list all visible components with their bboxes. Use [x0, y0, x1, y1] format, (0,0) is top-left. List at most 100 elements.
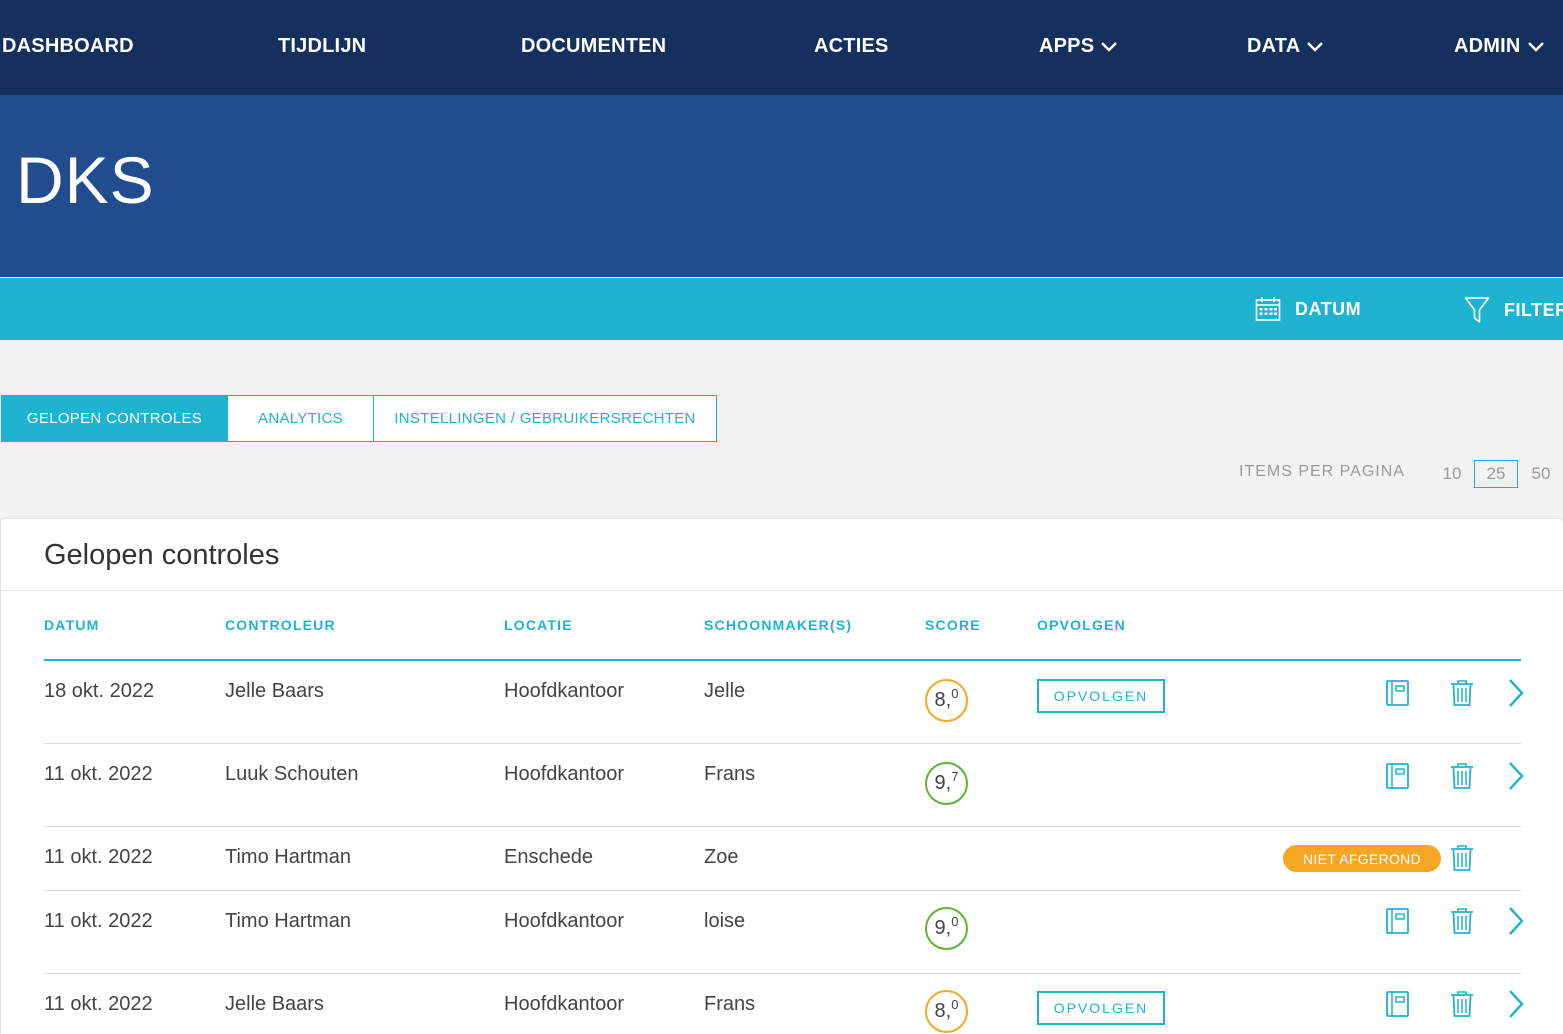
row-controller: Timo Hartman	[225, 846, 351, 868]
nav-acties-label: ACTIES	[814, 35, 889, 57]
chevron-right-icon[interactable]	[1506, 905, 1526, 937]
column-header-schoonmakers[interactable]: SCHOONMAKER(S)	[704, 617, 852, 633]
opvolgen-button[interactable]: OPVOLGEN	[1037, 991, 1165, 1025]
table-row[interactable]: 11 okt. 2022 Luuk Schouten Hoofdkantoor …	[44, 744, 1524, 827]
score-integer: 8,	[934, 1000, 952, 1022]
row-date: 11 okt. 2022	[44, 910, 153, 932]
items-per-page-50[interactable]: 50	[1526, 460, 1556, 488]
nav-apps[interactable]: APPS	[1039, 35, 1118, 58]
report-icon[interactable]	[1385, 679, 1411, 707]
datum-label: DATUM	[1295, 298, 1362, 319]
nav-tijdlijn[interactable]: TIJDLIJN	[278, 35, 366, 58]
table-row[interactable]: 11 okt. 2022 Timo Hartman Hoofdkantoor l…	[44, 891, 1524, 974]
table-row[interactable]: 18 okt. 2022 Jelle Baars Hoofdkantoor Je…	[44, 661, 1524, 744]
nav-admin-label: ADMIN	[1454, 35, 1521, 57]
nav-apps-label: APPS	[1039, 35, 1095, 57]
nav-documenten-label: DOCUMENTEN	[521, 35, 667, 57]
tab-gelopen-controles-label: GELOPEN CONTROLES	[26, 410, 203, 427]
row-controller: Timo Hartman	[225, 910, 351, 932]
row-date: 11 okt. 2022	[44, 993, 153, 1015]
tab-bar: GELOPEN CONTROLES ANALYTICS INSTELLINGEN…	[1, 395, 717, 442]
score-integer: 8,	[934, 689, 952, 711]
chevron-right-icon[interactable]	[1506, 760, 1526, 792]
column-header-locatie[interactable]: LOCATIE	[504, 617, 573, 633]
chevron-down-icon	[1527, 41, 1544, 52]
score-badge: 9, 0	[925, 907, 968, 950]
table-row[interactable]: 11 okt. 2022 Timo Hartman Enschede Zoe N…	[44, 827, 1521, 891]
row-date: 11 okt. 2022	[44, 846, 153, 868]
score-decimal: 0	[951, 686, 959, 701]
card-title: Gelopen controles	[44, 539, 280, 571]
row-location: Hoofdkantoor	[504, 993, 625, 1015]
row-date: 18 okt. 2022	[44, 680, 155, 702]
row-location: Hoofdkantoor	[504, 763, 625, 785]
items-per-page-label: ITEMS PER PAGINA	[1239, 463, 1405, 480]
opvolgen-button[interactable]: OPVOLGEN	[1037, 679, 1165, 713]
row-date: 11 okt. 2022	[44, 763, 153, 785]
row-location: Enschede	[504, 846, 593, 868]
nav-admin[interactable]: ADMIN	[1454, 35, 1545, 58]
card-divider	[1, 590, 1563, 591]
row-cleaner: Frans	[704, 993, 756, 1015]
nav-data-label: DATA	[1247, 35, 1301, 57]
trash-icon[interactable]	[1449, 844, 1475, 872]
trash-icon[interactable]	[1449, 679, 1475, 707]
tab-instellingen[interactable]: INSTELLINGEN / GEBRUIKERSRECHTEN	[373, 395, 717, 442]
row-cleaner: loise	[704, 910, 746, 932]
items-per-page-10[interactable]: 10	[1437, 460, 1467, 488]
tab-analytics[interactable]: ANALYTICS	[227, 395, 374, 442]
chevron-down-icon	[1307, 41, 1324, 52]
score-decimal: 0	[951, 914, 959, 929]
report-icon[interactable]	[1385, 762, 1411, 790]
top-navigation: DASHBOARD TIJDLIJN DOCUMENTEN ACTIES APP…	[0, 0, 1563, 95]
score-decimal: 7	[951, 769, 959, 784]
datum-button[interactable]: DATUM	[1255, 296, 1361, 322]
score-integer: 9,	[934, 772, 952, 794]
trash-icon[interactable]	[1449, 907, 1475, 935]
calendar-icon	[1255, 297, 1281, 321]
row-controller: Luuk Schouten	[225, 763, 359, 785]
table-row[interactable]: 11 okt. 2022 Jelle Baars Hoofdkantoor Fr…	[44, 974, 1524, 1034]
report-icon[interactable]	[1385, 990, 1411, 1018]
chevron-down-icon	[1101, 41, 1118, 52]
tab-instellingen-label: INSTELLINGEN / GEBRUIKERSRECHTEN	[394, 410, 696, 427]
nav-data[interactable]: DATA	[1247, 35, 1324, 58]
row-cleaner: Frans	[704, 763, 756, 785]
status-badge: NIET AFGEROND	[1283, 845, 1441, 872]
row-controller: Jelle Baars	[225, 680, 324, 702]
score-integer: 9,	[934, 917, 952, 939]
row-location: Hoofdkantoor	[504, 680, 625, 702]
filter-button[interactable]: FILTER	[1464, 296, 1563, 324]
nav-dashboard-label: DASHBOARD	[2, 35, 134, 57]
score-decimal: 0	[951, 997, 959, 1012]
items-per-page-25[interactable]: 25	[1474, 460, 1518, 488]
column-header-datum[interactable]: DATUM	[44, 617, 100, 633]
row-controller: Jelle Baars	[225, 993, 324, 1015]
nav-dashboard[interactable]: DASHBOARD	[2, 35, 134, 58]
trash-icon[interactable]	[1449, 762, 1475, 790]
results-card: Gelopen controles DATUM CONTROLEUR LOCAT…	[1, 519, 1563, 1034]
nav-tijdlijn-label: TIJDLIJN	[278, 35, 367, 57]
score-badge: 8, 0	[925, 990, 968, 1033]
tab-analytics-label: ANALYTICS	[258, 410, 343, 427]
column-header-controleur[interactable]: CONTROLEUR	[225, 617, 336, 633]
column-header-opvolgen[interactable]: OPVOLGEN	[1037, 617, 1126, 633]
toolbar: DATUM FILTER	[0, 278, 1563, 340]
row-cleaner: Jelle	[704, 680, 746, 702]
nav-acties[interactable]: ACTIES	[814, 35, 889, 58]
row-cleaner: Zoe	[704, 846, 739, 868]
row-location: Hoofdkantoor	[504, 910, 625, 932]
tab-gelopen-controles[interactable]: GELOPEN CONTROLES	[1, 395, 228, 442]
column-header-score[interactable]: SCORE	[925, 617, 981, 633]
report-icon[interactable]	[1385, 907, 1411, 935]
score-badge: 9, 7	[925, 762, 968, 805]
filter-label: FILTER	[1504, 299, 1563, 320]
nav-documenten[interactable]: DOCUMENTEN	[521, 35, 666, 58]
trash-icon[interactable]	[1449, 990, 1475, 1018]
filter-icon	[1464, 297, 1490, 323]
page-title: DKS	[16, 143, 155, 217]
chevron-right-icon[interactable]	[1506, 677, 1526, 709]
score-badge: 8, 0	[925, 679, 968, 722]
chevron-right-icon[interactable]	[1506, 988, 1526, 1020]
page-banner: DKS	[0, 95, 1563, 277]
